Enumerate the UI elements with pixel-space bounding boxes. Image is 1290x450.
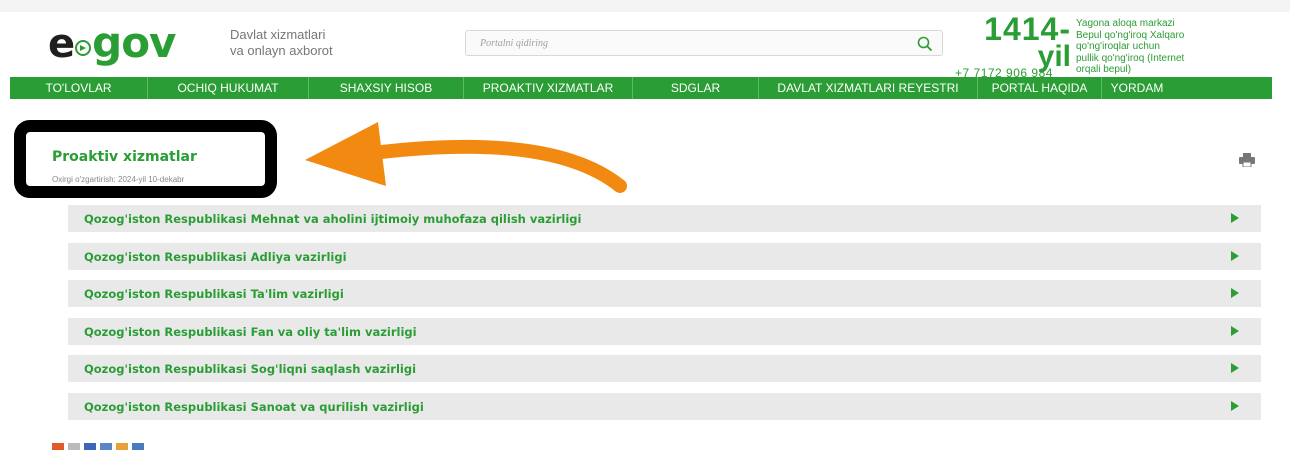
site-tagline: Davlat xizmatlari va onlayn axborot [230,27,333,59]
nav-item-yordam[interactable]: YORDAM [1102,77,1172,99]
accordion-item-label: Qozog'iston Respublikasi Adliya vazirlig… [84,249,347,264]
logo-gov: gov [92,18,176,67]
printer-icon[interactable] [1239,153,1255,167]
page-title: Proaktiv xizmatlar [52,149,197,165]
share-buttons [52,443,144,450]
callinfo-line-4: pullik qo'ng'iroq (Internet [1076,52,1185,64]
expand-triangle-icon [1231,363,1239,373]
logo-arrow-icon [75,40,92,56]
accordion-item[interactable]: Qozog'iston Respublikasi Mehnat va aholi… [68,205,1261,232]
callinfo-line-2: Bepul qo'ng'iroq Xalqaro [1076,29,1185,41]
nav-item-portal-haqida[interactable]: PORTAL HAQIDA [978,77,1102,99]
search-box [465,30,943,56]
top-strip [0,0,1290,12]
search-icon[interactable] [916,35,934,53]
egov-logo[interactable]: e gov [48,18,176,67]
accordion-item[interactable]: Qozog'iston Respublikasi Adliya vazirlig… [68,242,1261,270]
accordion-item-label: Qozog'iston Respublikasi Sanoat va quril… [84,399,424,414]
expand-triangle-icon [1231,250,1239,261]
accordion-item-label: Qozog'iston Respublikasi Sog'liqni saqla… [84,362,417,376]
expand-triangle-icon [1231,288,1239,298]
expand-triangle-icon [1231,400,1239,411]
callinfo-line-5: orqali bepul) [1076,64,1132,75]
tagline-line-2: va onlayn axborot [230,43,333,58]
search-input[interactable] [480,35,880,52]
accordion-item-label: Qozog'iston Respublikasi Mehnat va aholi… [84,212,582,226]
tagline-line-1: Davlat xizmatlari [230,27,326,42]
callinfo-line-1: Yagona aloqa markazi [1076,18,1175,29]
annotation-arrow [305,122,627,193]
share-icon[interactable] [100,443,112,450]
main-nav: TO'LOVLAR OCHIQ HUKUMAT SHAXSIY HISOB PR… [10,77,1272,99]
last-modified: Oxirgi o'zgartirish: 2024-yil 10-dekabr [52,175,185,184]
expand-triangle-icon [1231,213,1239,223]
accordion-item-label: Qozog'iston Respublikasi Fan va oliy ta'… [84,324,417,339]
hotline[interactable]: 1414- yil [955,13,1071,72]
callinfo-line-3: qo'ng'iroqlar uchun [1076,41,1160,52]
share-icon[interactable] [68,443,80,450]
nav-item-shaxsiy-hisob[interactable]: SHAXSIY HISOB [309,77,464,99]
accordion-item[interactable]: Qozog'iston Respublikasi Ta'lim vazirlig… [68,280,1261,307]
accordion-item[interactable]: Qozog'iston Respublikasi Sanoat va quril… [68,392,1261,420]
share-icon[interactable] [132,443,144,450]
accordion-item[interactable]: Qozog'iston Respublikasi Fan va oliy ta'… [68,317,1261,345]
expand-triangle-icon [1231,325,1239,336]
nav-item-proaktiv-xizmatlar[interactable]: PROAKTIV XIZMATLAR [464,77,633,99]
nav-item-davlat-xizmatlari-reyestri[interactable]: DAVLAT XIZMATLARI REYESTRI [759,77,978,99]
nav-item-tolovlar[interactable]: TO'LOVLAR [10,77,148,99]
logo-e: e [48,21,75,67]
call-center-info: Yagona aloqa markazi Bepul qo'ng'iroq Xa… [1076,18,1236,76]
share-icon[interactable] [116,443,128,450]
share-icon[interactable] [84,443,96,450]
accordion-item-label: Qozog'iston Respublikasi Ta'lim vazirlig… [84,287,344,301]
ministry-accordion: Qozog'iston Respublikasi Mehnat va aholi… [68,205,1261,430]
share-icon[interactable] [52,443,64,450]
nav-item-sdglar[interactable]: SDGLAR [633,77,759,99]
nav-item-ochiq-hukumat[interactable]: OCHIQ HUKUMAT [148,77,309,99]
accordion-item[interactable]: Qozog'iston Respublikasi Sog'liqni saqla… [68,355,1261,382]
